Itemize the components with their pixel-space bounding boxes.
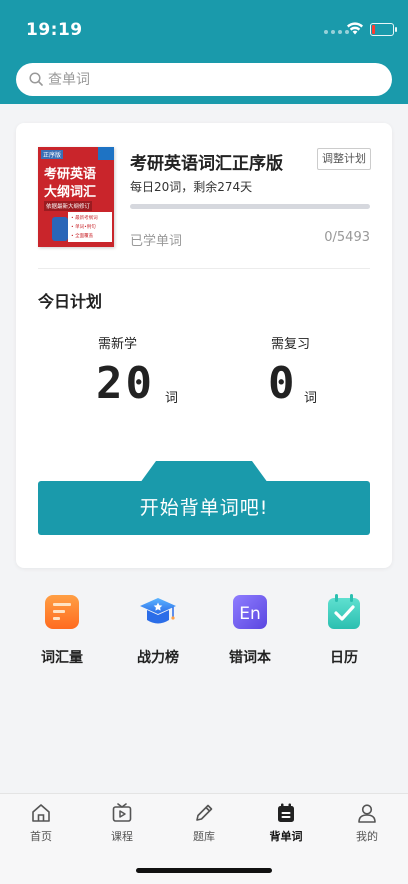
tab-profile[interactable]: 我的 (327, 800, 407, 844)
tab-courses[interactable]: 课程 (82, 800, 162, 844)
shortcut-mistake-book[interactable]: En 错词本 (210, 592, 290, 667)
new-words-unit: 词 (165, 391, 179, 406)
adjust-plan-button[interactable]: 调整计划 (317, 148, 371, 170)
tab-label: 我的 (356, 830, 378, 843)
new-words-count: 20 (96, 358, 155, 409)
tab-label: 题库 (193, 830, 215, 843)
book-cover-tag: 正序版 (41, 150, 64, 159)
tab-question-bank[interactable]: 题库 (164, 800, 244, 844)
calendar-check-icon (324, 592, 364, 632)
search-input[interactable] (48, 63, 378, 96)
book-cover-panel: • 最新考纲词 • 单词•例句 • 全面覆盖 (68, 212, 112, 242)
graduation-cap-icon (138, 592, 178, 632)
shortcut-label: 战力榜 (137, 650, 179, 666)
vocabulary-icon (42, 592, 82, 632)
pencil-icon (164, 800, 244, 826)
review-words-count: 0 (268, 358, 295, 409)
shortcut-label: 日历 (330, 650, 358, 666)
button-notch (140, 461, 268, 483)
learned-words-count: 0/5493 (324, 230, 370, 245)
book-cover-title-line1: 考研英语 (44, 167, 97, 182)
tab-label: 背单词 (269, 830, 303, 843)
daily-plan-text: 每日20词，剩余274天 (130, 180, 253, 194)
profile-icon (327, 800, 407, 826)
home-indicator (136, 868, 272, 873)
status-time: 19:19 (26, 20, 83, 40)
tab-memorize-words[interactable]: 背单词 (246, 800, 326, 844)
status-bar: 19:19 (0, 0, 408, 58)
review-words-unit: 词 (304, 391, 318, 406)
learning-progress-bar (130, 204, 370, 209)
search-icon (29, 72, 43, 86)
en-book-icon: En (230, 592, 270, 632)
word-calendar-icon (246, 800, 326, 826)
shortcut-vocabulary[interactable]: 词汇量 (22, 592, 102, 667)
new-words-label: 需新学 (98, 337, 138, 352)
learned-words-label: 已学单词 (130, 234, 183, 249)
book-cover-title-line2: 大纲词汇 (44, 185, 97, 200)
shortcut-label: 词汇量 (41, 650, 83, 666)
today-plan-title: 今日计划 (38, 292, 103, 311)
shortcut-calendar[interactable]: 日历 (304, 592, 384, 667)
book-cover-subtitle: 依据最新大纲修订 (44, 201, 93, 211)
tab-home[interactable]: 首页 (1, 800, 81, 844)
search-bar[interactable] (16, 63, 392, 96)
play-tv-icon (82, 800, 162, 826)
wifi-icon (347, 22, 363, 35)
review-words-label: 需复习 (271, 337, 311, 352)
start-memorizing-button[interactable]: 开始背单词吧! (38, 481, 370, 535)
book-cover-figure (52, 217, 68, 241)
home-icon (1, 800, 81, 826)
book-cover[interactable]: 正序版 考研英语 大纲词汇 依据最新大纲修订 • 最新考纲词 • 单词•例句 •… (38, 147, 114, 247)
study-plan-card: 正序版 考研英语 大纲词汇 依据最新大纲修订 • 最新考纲词 • 单词•例句 •… (16, 123, 392, 568)
shortcut-leaderboard[interactable]: 战力榜 (118, 592, 198, 667)
svg-text:En: En (239, 604, 261, 624)
battery-icon (370, 23, 397, 36)
divider (38, 268, 370, 269)
book-title: 考研英语词汇正序版 (130, 154, 283, 174)
tab-label: 首页 (30, 830, 52, 843)
shortcut-label: 错词本 (229, 650, 271, 666)
tab-label: 课程 (111, 830, 133, 843)
shortcut-row: 词汇量 战力榜 En 错词本 日历 (0, 592, 408, 682)
